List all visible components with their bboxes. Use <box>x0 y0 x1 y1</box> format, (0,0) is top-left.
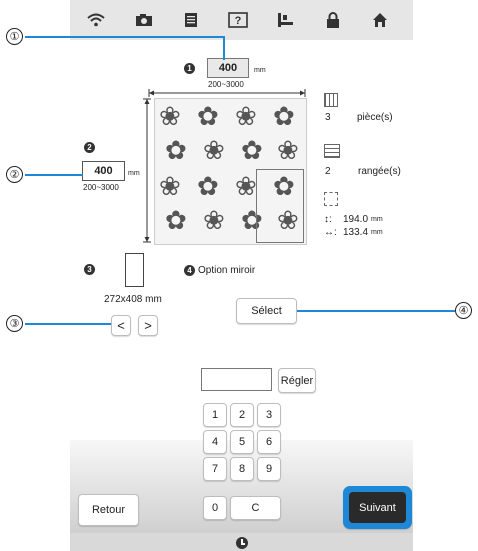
frame-prev-button[interactable]: < <box>111 315 131 336</box>
frame-size-label: 272x408 mm <box>104 294 162 305</box>
key-6[interactable]: 6 <box>257 430 281 454</box>
next-button[interactable]: Suivant <box>349 492 406 523</box>
key-1[interactable]: 1 <box>203 403 227 427</box>
pattern-width-unit: mm <box>371 229 383 236</box>
key-8[interactable]: 8 <box>230 457 254 481</box>
key-2[interactable]: 2 <box>230 403 254 427</box>
home-icon[interactable] <box>370 10 390 30</box>
mirror-select-button[interactable]: Sélect <box>236 298 297 324</box>
embroidery-frame-icon[interactable] <box>275 10 295 30</box>
camera-icon[interactable] <box>134 10 154 30</box>
screen: ? 1 400 mm 200~3000 ❀ ✿ ❀ ✿ ✿ ❀ ✿ ❀ ❀ ✿ ❀ ✿ ✿ ❀ ✿ ❀ <box>70 0 413 551</box>
height-marker: 2 <box>84 142 95 153</box>
pattern-height-unit: mm <box>371 216 383 223</box>
clock-icon[interactable] <box>236 537 248 549</box>
key-7[interactable]: 7 <box>203 457 227 481</box>
key-clear[interactable]: C <box>230 496 281 520</box>
keypad-input[interactable] <box>201 368 272 391</box>
next-button-highlight[interactable]: Suivant <box>343 486 412 529</box>
top-toolbar: ? <box>70 0 413 40</box>
mirror-marker: 4 <box>184 265 195 276</box>
frame-next-button[interactable]: > <box>138 315 158 336</box>
rows-count: 2 <box>325 166 331 177</box>
height-unit: mm <box>128 170 140 177</box>
pieces-icon <box>324 93 338 107</box>
help-icon[interactable]: ? <box>228 10 248 30</box>
pattern-preview: ❀ ✿ ❀ ✿ ✿ ❀ ✿ ❀ ❀ ✿ ❀ ✿ ✿ ❀ ✿ ❀ <box>154 98 307 245</box>
width-marker: 1 <box>184 63 195 74</box>
pattern-height-value: 194.0 <box>343 214 369 225</box>
callout-3-line <box>25 323 111 325</box>
height-dimension-line <box>143 98 151 243</box>
mirror-label: Option miroir <box>198 265 256 276</box>
key-3[interactable]: 3 <box>257 403 281 427</box>
callout-4-line <box>297 310 455 312</box>
key-5[interactable]: 5 <box>230 430 254 454</box>
height-range: 200~3000 <box>83 183 119 192</box>
lock-icon[interactable] <box>323 10 343 30</box>
key-9[interactable]: 9 <box>257 457 281 481</box>
document-icon[interactable] <box>181 10 201 30</box>
callout-1-line-h <box>25 36 225 38</box>
callout-2: ② <box>6 166 23 183</box>
pieces-count: 3 <box>325 112 331 123</box>
width-range: 200~3000 <box>208 80 244 89</box>
width-unit: mm <box>254 67 266 74</box>
frame-marker: 3 <box>84 264 95 275</box>
set-button[interactable]: Régler <box>278 368 316 393</box>
key-4[interactable]: 4 <box>203 430 227 454</box>
callout-3: ③ <box>6 315 23 332</box>
pieces-label: pièce(s) <box>357 112 393 123</box>
callout-1-line-v <box>223 36 225 60</box>
back-button[interactable]: Retour <box>78 494 139 526</box>
callout-4: ④ <box>455 302 472 319</box>
wifi-icon[interactable] <box>86 10 106 30</box>
callout-2-line <box>25 174 83 176</box>
width-dimension-line <box>148 89 306 97</box>
rows-label: rangée(s) <box>358 166 401 177</box>
height-symbol: ↕: <box>324 214 332 225</box>
width-symbol: ↔: <box>324 227 337 238</box>
key-0[interactable]: 0 <box>203 496 227 520</box>
pattern-size-icon <box>324 192 338 206</box>
pattern-width-value: 133.4 <box>343 227 369 238</box>
frame-preview-icon <box>125 253 144 287</box>
svg-text:?: ? <box>235 15 242 27</box>
rows-icon <box>324 144 340 158</box>
width-field[interactable]: 400 <box>207 58 249 78</box>
callout-1: ① <box>6 28 23 45</box>
frame-outline <box>256 169 304 243</box>
height-field[interactable]: 400 <box>82 161 125 181</box>
